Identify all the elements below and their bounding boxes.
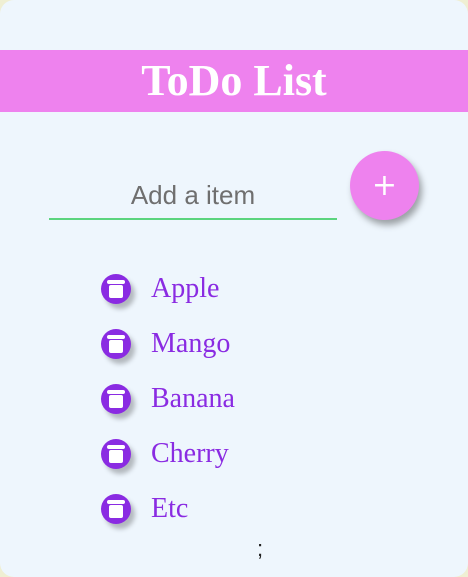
item-input[interactable] [49,172,337,218]
trash-icon [107,500,125,518]
list-item-label: Etc [151,493,189,524]
delete-button[interactable] [101,274,131,304]
trash-icon [107,335,125,353]
stray-semicolon: ; [257,536,264,561]
delete-button[interactable] [101,494,131,524]
delete-button[interactable] [101,329,131,359]
item-input-wrapper [49,172,337,220]
list-item-label: Mango [151,328,231,359]
trash-icon [107,390,125,408]
list-item-label: Apple [151,273,220,304]
list-item: Cherry [0,427,468,482]
delete-button[interactable] [101,384,131,414]
list-item: Banana [0,372,468,427]
delete-button[interactable] [101,439,131,469]
list-item-label: Cherry [151,438,229,469]
header-bar: ToDo List [0,50,468,112]
trash-icon [107,445,125,463]
add-item-button[interactable]: + [350,151,419,220]
list-item-label: Banana [151,383,235,414]
trash-icon [107,280,125,298]
todo-card: ToDo List + Apple Mango [0,0,468,577]
list-item: Apple [0,262,468,317]
list-item: Mango [0,317,468,372]
list-item: Etc [0,482,468,537]
page-title: ToDo List [141,56,327,105]
